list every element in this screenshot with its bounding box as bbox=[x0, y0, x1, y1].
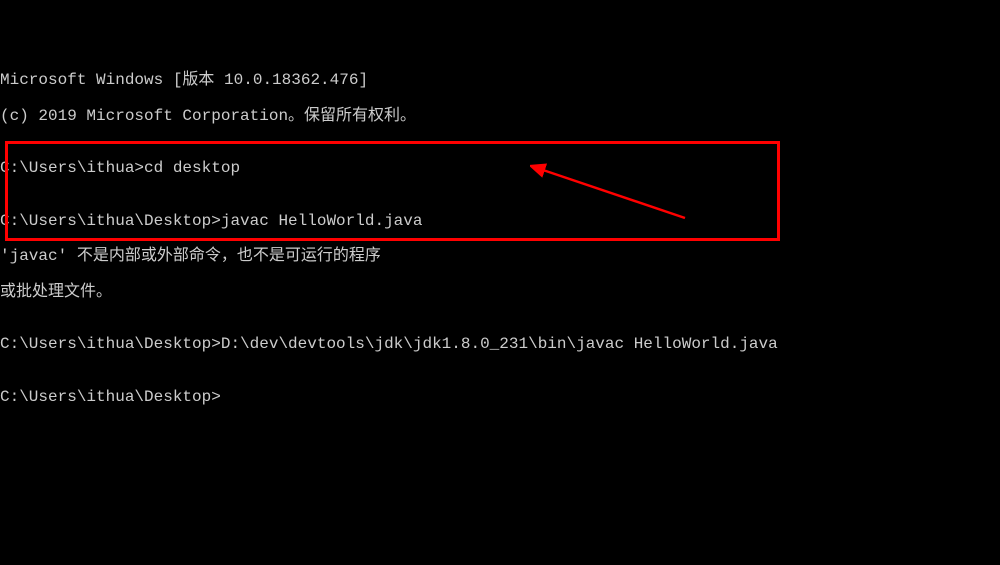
terminal-line-javac-command: C:\Users\ithua\Desktop>javac HelloWorld.… bbox=[0, 213, 1000, 231]
terminal-line-cd-command: C:\Users\ithua>cd desktop bbox=[0, 160, 1000, 178]
terminal-line-version: Microsoft Windows [版本 10.0.18362.476] bbox=[0, 72, 1000, 90]
terminal-line-error-2: 或批处理文件。 bbox=[0, 284, 1000, 302]
terminal-line-prompt[interactable]: C:\Users\ithua\Desktop> bbox=[0, 389, 1000, 407]
terminal-line-copyright: (c) 2019 Microsoft Corporation。保留所有权利。 bbox=[0, 108, 1000, 126]
terminal-line-error-1: 'javac' 不是内部或外部命令，也不是可运行的程序 bbox=[0, 248, 1000, 266]
terminal-line-fullpath-javac: C:\Users\ithua\Desktop>D:\dev\devtools\j… bbox=[0, 336, 1000, 354]
